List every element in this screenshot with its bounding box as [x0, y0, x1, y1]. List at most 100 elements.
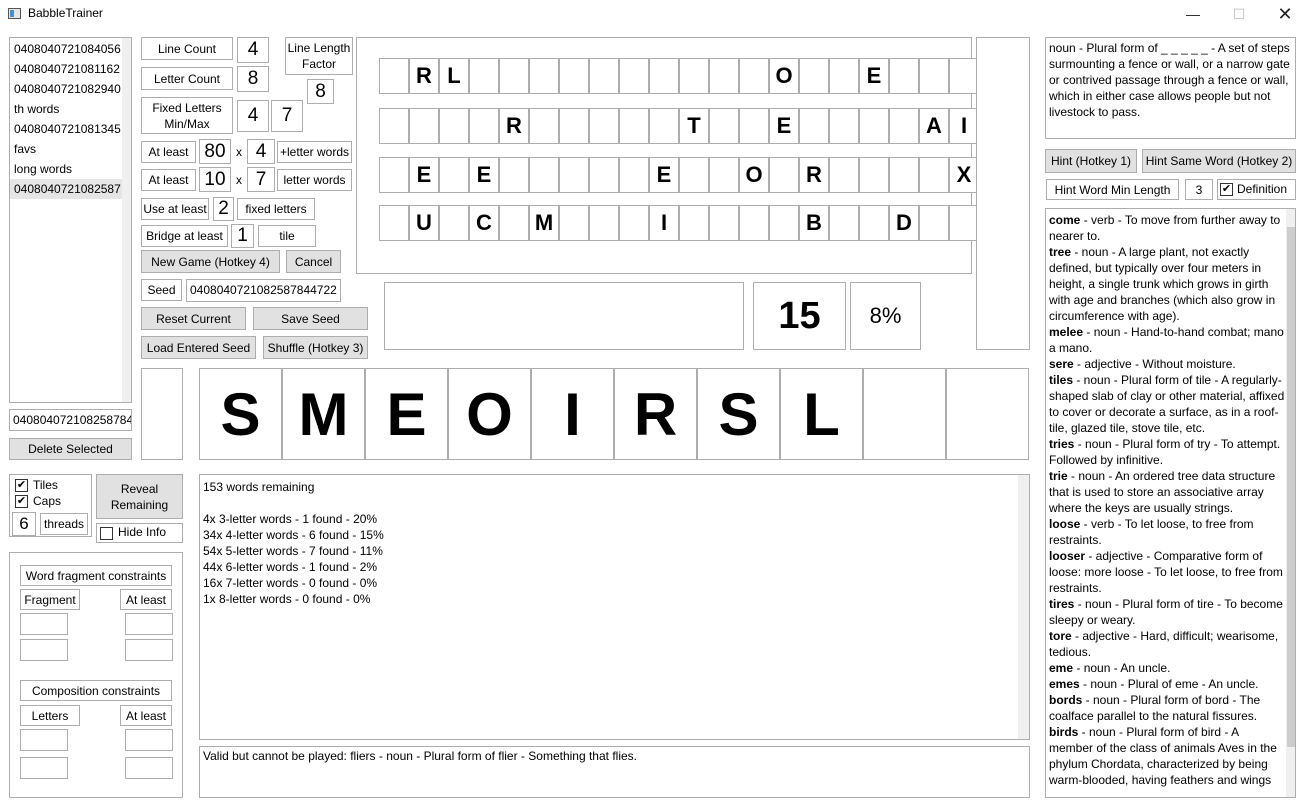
board-cell: [559, 157, 589, 193]
threads-label: threads: [40, 513, 88, 535]
board-cell: E: [649, 157, 679, 193]
board-cell: E: [469, 157, 499, 193]
threads-input[interactable]: 6: [12, 512, 36, 536]
seed-input[interactable]: 0408040721082587844722: [186, 279, 341, 302]
minimize-icon[interactable]: —: [1170, 2, 1216, 26]
load-entered-seed-button[interactable]: Load Entered Seed: [141, 336, 256, 359]
hide-info-checkbox[interactable]: [100, 527, 113, 540]
board-cell: R: [799, 157, 829, 193]
stats-line: 153 words remaining: [203, 480, 315, 494]
delete-selected-button[interactable]: Delete Selected: [9, 438, 132, 460]
definition-text: - adjective - Comparative form of loose:…: [1049, 549, 1283, 595]
letters-at-least-input-2[interactable]: [125, 757, 173, 779]
letters-input-1[interactable]: [20, 729, 68, 751]
stats-scrollbar[interactable]: [1018, 475, 1029, 739]
bridge-at-least-input[interactable]: 1: [231, 224, 254, 248]
shuffle-button[interactable]: Shuffle (Hotkey 3): [263, 336, 368, 359]
hint-button[interactable]: Hint (Hotkey 1): [1045, 149, 1137, 173]
letters-input-2[interactable]: [20, 757, 68, 779]
score-value: 15: [753, 282, 846, 350]
at-least-2-mult-input[interactable]: 7: [247, 167, 275, 192]
at-least-2-suffix: letter words: [277, 169, 352, 191]
rack-tile[interactable]: R: [614, 368, 697, 460]
seed-label: Seed: [141, 279, 182, 301]
reset-current-button[interactable]: Reset Current: [141, 307, 246, 330]
fixed-letters-min-input[interactable]: 4: [237, 100, 269, 132]
definition-checkbox[interactable]: ✔: [1220, 183, 1233, 196]
close-icon[interactable]: ✕: [1262, 2, 1304, 26]
board-cell: [829, 58, 859, 94]
line-length-factor-input[interactable]: 8: [307, 79, 334, 104]
seed-list-item[interactable]: 0408040721081162: [10, 59, 122, 79]
title-bar: BabbleTrainer — ☐ ✕: [0, 0, 1304, 28]
line-count-label: Line Count: [141, 37, 233, 60]
at-least-1-suffix: +letter words: [277, 141, 352, 163]
board-cell: R: [409, 58, 439, 94]
definition-entry: eme - noun - An uncle.: [1049, 660, 1285, 676]
seed-list-item[interactable]: long words: [10, 159, 122, 179]
seed-list-scrollbar[interactable]: [122, 38, 131, 402]
new-game-button[interactable]: New Game (Hotkey 4): [141, 250, 280, 273]
stats-line: [203, 495, 384, 511]
maximize-icon[interactable]: ☐: [1216, 2, 1262, 26]
fragment-constraints-header: Word fragment constraints: [20, 565, 172, 586]
letters-at-least-input-1[interactable]: [125, 729, 173, 751]
seed-list-item[interactable]: 0408040721081345: [10, 119, 122, 139]
rack-tile[interactable]: I: [531, 368, 614, 460]
at-least-1-input[interactable]: 80: [199, 139, 231, 164]
hint-min-length-input[interactable]: 3: [1185, 179, 1213, 200]
hint-text-box[interactable]: noun - Plural form of _ _ _ _ _ - A set …: [1045, 37, 1296, 139]
hint-same-word-button[interactable]: Hint Same Word (Hotkey 2): [1142, 149, 1296, 173]
board-cell: [499, 157, 529, 193]
definitions-scrollbar[interactable]: [1286, 209, 1295, 797]
app-icon: [8, 8, 21, 19]
rack-tile[interactable]: M: [282, 368, 365, 460]
board-cell: [619, 205, 649, 241]
seed-list-item[interactable]: 0408040721084056: [10, 39, 122, 59]
tiles-checkbox[interactable]: ✔: [15, 479, 28, 492]
rack-tile[interactable]: [863, 368, 946, 460]
seed-list-item[interactable]: 0408040721082587: [10, 179, 122, 199]
fixed-letters-max-input[interactable]: 7: [271, 100, 303, 132]
fragment-input-1[interactable]: [20, 613, 68, 635]
board-cell: E: [409, 157, 439, 193]
use-at-least-input[interactable]: 2: [213, 197, 234, 221]
score-percent: 8%: [850, 282, 921, 350]
seed-list-item[interactable]: 0408040721082940: [10, 79, 122, 99]
letter-count-input[interactable]: 8: [237, 66, 269, 92]
rack-tile[interactable]: E: [365, 368, 448, 460]
cancel-button[interactable]: Cancel: [286, 250, 341, 273]
caps-checkbox[interactable]: ✔: [15, 495, 28, 508]
seed-list-item[interactable]: th words: [10, 99, 122, 119]
definitions-scroll-thumb[interactable]: [1287, 227, 1295, 747]
save-seed-button[interactable]: Save Seed: [253, 307, 368, 330]
fragment-at-least-input-2[interactable]: [125, 639, 173, 661]
at-least-1-mult-input[interactable]: 4: [247, 139, 275, 164]
board-cell: [709, 205, 739, 241]
board-cell: [829, 205, 859, 241]
letter-count-label: Letter Count: [141, 67, 233, 90]
rack-tile[interactable]: S: [199, 368, 282, 460]
board-cell: E: [859, 58, 889, 94]
caps-label: Caps: [33, 494, 62, 508]
rack-tile[interactable]: [946, 368, 1029, 460]
seed-listbox[interactable]: 0408040721084056 0408040721081162 04080407…: [9, 37, 132, 403]
seed-entry-input[interactable]: 0408040721082587844: [9, 409, 132, 431]
definition-text: - verb - To let loose, to free from rest…: [1049, 517, 1254, 547]
fragment-input-2[interactable]: [20, 639, 68, 661]
rack-tile[interactable]: S: [697, 368, 780, 460]
board-cell: [649, 58, 679, 94]
board-cell: L: [439, 58, 469, 94]
rack-tile[interactable]: O: [448, 368, 531, 460]
definition-entry: emes - noun - Plural of eme - An uncle.: [1049, 676, 1285, 692]
line-count-input[interactable]: 4: [237, 37, 269, 63]
side-panel: [976, 37, 1030, 350]
reveal-remaining-button[interactable]: Reveal Remaining: [96, 474, 183, 519]
fragment-at-least-input-1[interactable]: [125, 613, 173, 635]
word-entry-display[interactable]: [384, 282, 744, 350]
definition-word: birds: [1049, 725, 1079, 739]
board-cell: [769, 157, 799, 193]
at-least-2-input[interactable]: 10: [199, 167, 231, 192]
seed-list-item[interactable]: favs: [10, 139, 122, 159]
rack-tile[interactable]: L: [780, 368, 863, 460]
